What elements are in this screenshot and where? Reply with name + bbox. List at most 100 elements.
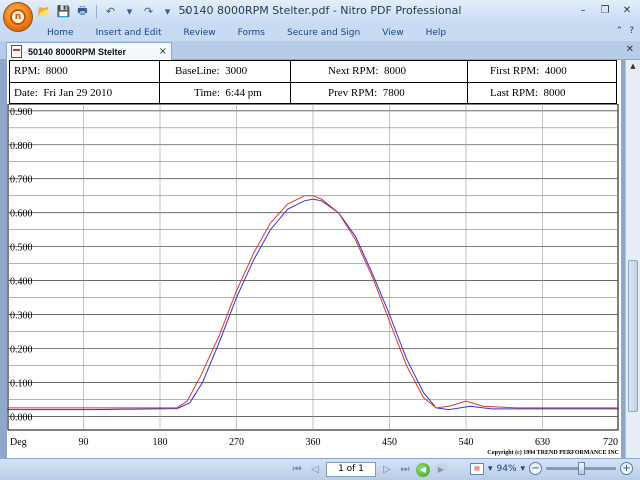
x-tick-label: 540 (459, 437, 474, 448)
ribbon-right-controls: ⌃ ? (616, 26, 634, 36)
info-header: RPM: 8000 BaseLine: 3000 Next RPM: 8000 … (9, 60, 617, 104)
baseline-label: BaseLine: (175, 65, 220, 77)
zoom-out-icon[interactable]: − (529, 462, 543, 475)
tab-insert-and-edit[interactable]: Insert and Edit (85, 26, 173, 40)
rpm-value: 8000 (45, 65, 68, 77)
page-navigation: ⏮ ◁ 1 of 1 ▷ ⏭ ◀ ▶ (290, 462, 448, 477)
x-axis-ticks: 90 180 270 360 450 540 630 720 (79, 437, 619, 448)
baseline-value: 3000 (225, 65, 248, 77)
first-rpm-value: 4000 (544, 65, 567, 77)
pdf-file-icon (11, 45, 22, 58)
print-icon[interactable]: 🖶 (74, 3, 91, 20)
scroll-up-icon[interactable]: ▲ (626, 60, 640, 72)
y-tick-label: 0.000 (10, 412, 33, 423)
zoom-level[interactable]: 94% (497, 464, 517, 474)
y-tick-label: 0.600 (10, 209, 33, 220)
open-folder-icon[interactable]: 📂 (36, 3, 53, 20)
x-tick-label: 180 (153, 437, 168, 448)
help-icon[interactable]: ? (629, 26, 634, 36)
nitro-logo-icon: n (10, 9, 26, 25)
y-axis-ticks: 0.900 0.800 0.700 0.600 0.500 0.400 0.300 0.200… (10, 107, 33, 424)
scroll-thumb[interactable] (628, 260, 638, 412)
lift-curve-chart: 0.900 0.800 0.700 0.600 0.500 0.400 0.300 0.200… (7, 104, 619, 456)
date-cell: Date: Fri Jan 29 2010 (10, 83, 160, 104)
zoom-menu-icon[interactable]: ▾ (521, 464, 526, 474)
undo-dropdown-icon[interactable]: ▾ (121, 3, 138, 20)
y-tick-label: 0.700 (10, 175, 33, 186)
y-tick-label: 0.400 (10, 277, 33, 288)
zoom-controls: ▤ ▾ 94% ▾ − + (470, 462, 634, 475)
tab-help[interactable]: Help (415, 26, 458, 40)
tab-review[interactable]: Review (172, 26, 226, 40)
first-rpm-cell: First RPM: 4000 (468, 61, 616, 82)
document-tab-label: 50140 8000RPM Stelter (28, 46, 127, 57)
zoom-slider[interactable] (546, 462, 617, 475)
close-icon[interactable]: ✕ (618, 2, 636, 18)
info-row-1: RPM: 8000 BaseLine: 3000 Next RPM: 8000 … (9, 60, 617, 82)
baseline-cell: BaseLine: 3000 (160, 61, 291, 82)
save-icon[interactable]: 💾 (55, 3, 72, 20)
tab-secure-and-sign[interactable]: Secure and Sign (276, 26, 371, 40)
customize-icon[interactable]: ⩡ (178, 3, 195, 20)
zoom-slider-thumb[interactable] (578, 462, 586, 475)
next-rpm-label: Next RPM: (328, 65, 379, 77)
x-tick-label: 360 (306, 437, 321, 448)
pdf-page: RPM: 8000 BaseLine: 3000 Next RPM: 8000 … (7, 60, 621, 458)
document-tab-close-icon[interactable]: × (159, 46, 167, 57)
minimize-icon[interactable]: – (574, 2, 592, 18)
tab-forms[interactable]: Forms (227, 26, 276, 40)
first-page-icon[interactable]: ⏮ (290, 463, 304, 477)
info-row-2: Date: Fri Jan 29 2010 Time: 6:44 pm Prev… (9, 82, 617, 104)
prev-rpm-value: 7800 (382, 87, 405, 99)
ribbon-minimize-icon[interactable]: ⌃ (616, 26, 624, 36)
tab-view[interactable]: View (371, 26, 414, 40)
qat-separator (96, 4, 97, 19)
x-tick-label: 90 (79, 437, 89, 448)
quick-access-toolbar: 📂 💾 🖶 ↶ ▾ ↷ ▾ ⩡ (36, 3, 195, 20)
document-area: RPM: 8000 BaseLine: 3000 Next RPM: 8000 … (0, 60, 640, 458)
prev-page-icon[interactable]: ◁ (308, 463, 322, 477)
zoom-in-icon[interactable]: + (620, 462, 634, 475)
x-tick-label: 450 (382, 437, 397, 448)
first-rpm-label: First RPM: (490, 65, 540, 77)
last-rpm-label: Last RPM: (490, 87, 538, 99)
last-rpm-cell: Last RPM: 8000 (468, 83, 616, 104)
title-bar: n 📂 💾 🖶 ↶ ▾ ↷ ▾ ⩡ 50140 8000RPM Stelter.… (0, 0, 640, 32)
time-cell: Time: 6:44 pm (160, 83, 291, 104)
document-tab-strip: 50140 8000RPM Stelter × ✕ (0, 41, 640, 60)
forward-view-icon[interactable]: ▶ (434, 462, 448, 477)
x-tick-label: 270 (229, 437, 244, 448)
rpm-cell: RPM: 8000 (10, 61, 160, 82)
y-tick-label: 0.800 (10, 141, 33, 152)
page-number-field[interactable]: 1 of 1 (326, 462, 376, 477)
date-value: Fri Jan 29 2010 (43, 87, 113, 99)
vertical-scrollbar[interactable]: ▲ (625, 60, 640, 458)
app-menu-button[interactable]: n (3, 2, 33, 32)
back-view-icon[interactable]: ◀ (416, 462, 430, 477)
y-tick-label: 0.200 (10, 345, 33, 356)
y-tick-label: 0.900 (10, 107, 33, 118)
x-tick-label: 630 (535, 437, 550, 448)
zoom-dropdown-icon[interactable]: ▾ (488, 464, 493, 474)
last-page-icon[interactable]: ⏭ (398, 463, 412, 477)
ribbon: Home Insert and Edit Review Forms Secure… (0, 24, 640, 41)
fit-page-icon[interactable]: ▤ (470, 462, 484, 475)
restore-icon[interactable]: ❐ (596, 2, 614, 18)
document-tab[interactable]: 50140 8000RPM Stelter × (6, 42, 172, 60)
tab-home[interactable]: Home (36, 26, 85, 40)
chart-grid (7, 104, 619, 431)
next-page-icon[interactable]: ▷ (380, 463, 394, 477)
redo-icon[interactable]: ↷ (140, 3, 157, 20)
y-tick-label: 0.100 (10, 378, 33, 389)
rpm-label: RPM: (14, 65, 41, 77)
prev-rpm-cell: Prev RPM: 7800 (291, 83, 468, 104)
next-rpm-cell: Next RPM: 8000 (291, 61, 468, 82)
date-label: Date: (14, 87, 38, 99)
undo-icon[interactable]: ↶ (102, 3, 119, 20)
redo-dropdown-icon[interactable]: ▾ (159, 3, 176, 20)
x-tick-label: 720 (603, 437, 618, 448)
app-window: n 📂 💾 🖶 ↶ ▾ ↷ ▾ ⩡ 50140 8000RPM Stelter.… (0, 0, 640, 480)
y-tick-label: 0.500 (10, 243, 33, 254)
next-rpm-value: 8000 (383, 65, 406, 77)
close-document-icon[interactable]: ✕ (626, 44, 634, 55)
